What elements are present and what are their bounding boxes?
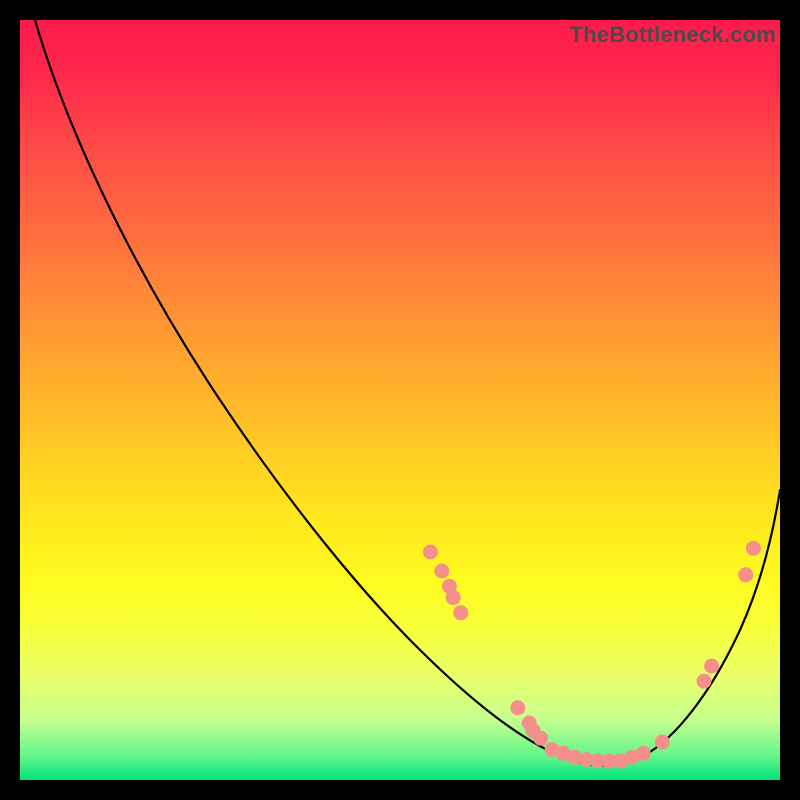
data-point	[511, 701, 525, 715]
data-point	[534, 731, 548, 745]
data-point	[636, 746, 650, 760]
data-point	[435, 564, 449, 578]
data-point	[423, 545, 437, 559]
data-point	[697, 674, 711, 688]
chart-frame: TheBottleneck.com	[20, 20, 780, 780]
data-point	[705, 659, 719, 673]
data-point	[454, 606, 468, 620]
data-point	[746, 541, 760, 555]
data-point	[655, 735, 669, 749]
data-point	[446, 591, 460, 605]
data-point	[739, 568, 753, 582]
plot-area: TheBottleneck.com	[20, 20, 780, 780]
marker-group	[423, 541, 760, 768]
bottleneck-curve-path	[35, 20, 780, 766]
bottleneck-curve	[20, 20, 780, 780]
